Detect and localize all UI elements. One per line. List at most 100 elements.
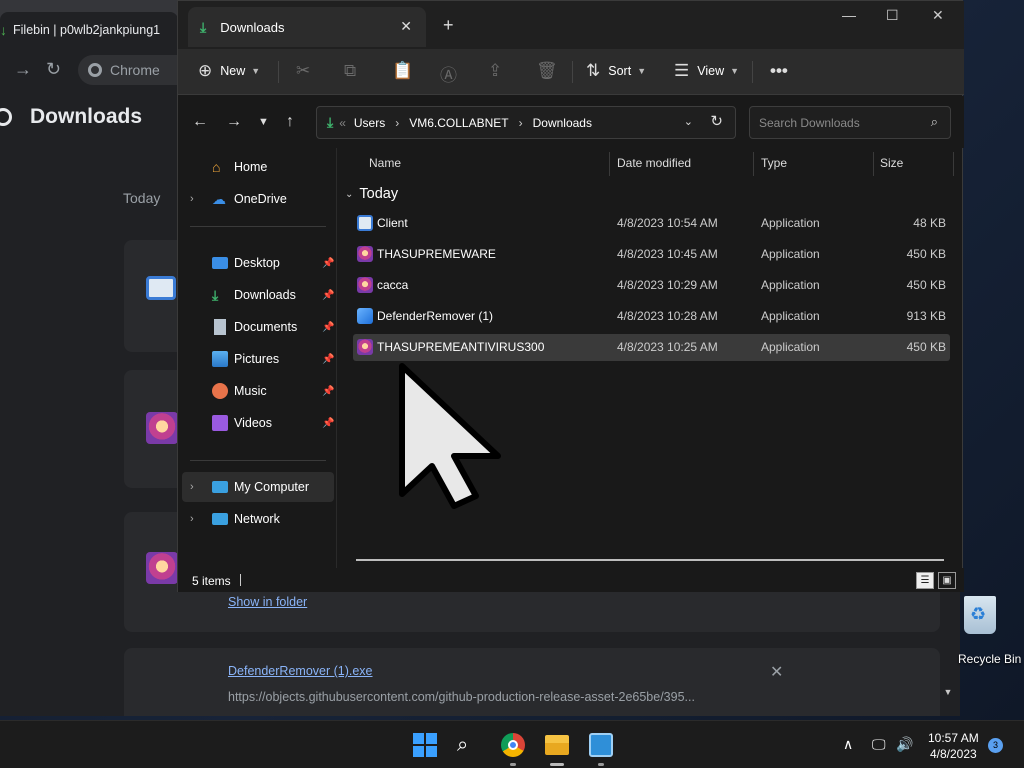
column-separator[interactable] bbox=[953, 152, 954, 176]
breadcrumb-downloads[interactable]: Downloads bbox=[533, 116, 592, 130]
new-tab-icon[interactable]: + bbox=[443, 15, 454, 36]
file-explorer-icon[interactable] bbox=[545, 735, 569, 755]
nav-label: Desktop bbox=[234, 256, 280, 270]
file-row-selected[interactable]: THASUPREMEANTIVIRUS300 4/8/2023 10:25 AM… bbox=[353, 334, 950, 361]
search-box[interactable]: ⌕ bbox=[749, 106, 951, 139]
breadcrumb-users[interactable]: Users bbox=[354, 116, 385, 130]
nav-item-home[interactable]: ⌂ Home bbox=[182, 152, 334, 182]
volume-icon[interactable]: 🔊 bbox=[896, 736, 913, 753]
control-panel-icon[interactable] bbox=[589, 733, 613, 757]
network-icon[interactable]: 🖵 bbox=[872, 736, 886, 753]
search-icon: ⌕ bbox=[930, 114, 938, 129]
explorer-tab[interactable]: ⤓ Downloads ✕ bbox=[188, 7, 426, 47]
chevron-down-icon[interactable]: ⌄ bbox=[684, 115, 693, 128]
close-tab-icon[interactable]: ✕ bbox=[400, 18, 412, 35]
back-icon[interactable]: ← bbox=[192, 113, 208, 131]
file-row[interactable]: cacca 4/8/2023 10:29 AM Application 450 … bbox=[353, 272, 950, 299]
cut-icon[interactable]: ✂ bbox=[296, 61, 310, 81]
column-separator[interactable] bbox=[873, 152, 874, 176]
file-size: 913 KB bbox=[906, 309, 946, 323]
group-header-today[interactable]: ⌄ Today bbox=[345, 186, 398, 202]
chrome-icon[interactable] bbox=[501, 733, 525, 757]
column-separator[interactable] bbox=[753, 152, 754, 176]
file-row[interactable]: THASUPREMEWARE 4/8/2023 10:45 AM Applica… bbox=[353, 241, 950, 268]
download-icon: ↓ bbox=[0, 22, 7, 38]
sort-button[interactable]: ⇅ Sort ▼ bbox=[586, 61, 646, 81]
column-header-size[interactable]: Size bbox=[880, 156, 903, 170]
pin-icon: 📌 bbox=[322, 289, 335, 301]
forward-icon[interactable]: → bbox=[14, 59, 32, 80]
windows-start-icon[interactable] bbox=[413, 733, 437, 757]
column-header-date[interactable]: Date modified bbox=[617, 156, 691, 170]
view-button[interactable]: ☰ View ▼ bbox=[674, 61, 739, 81]
file-name: DefenderRemover (1) bbox=[377, 309, 494, 323]
breadcrumb-vm6[interactable]: VM6.COLLABNET bbox=[409, 116, 508, 130]
chevron-up-icon[interactable]: ∧ bbox=[843, 736, 853, 753]
file-type: Application bbox=[761, 216, 820, 230]
reload-icon[interactable]: ↻ bbox=[46, 59, 61, 80]
scroll-down-arrow-icon[interactable]: ▼ bbox=[940, 684, 956, 700]
nav-divider bbox=[190, 460, 326, 461]
search-icon[interactable]: ⌕ bbox=[457, 733, 481, 757]
forward-icon[interactable]: → bbox=[226, 113, 242, 131]
download-icon: ⤓ bbox=[212, 287, 219, 303]
omnibox[interactable]: Chrome bbox=[78, 55, 178, 85]
maximize-icon[interactable]: ☐ bbox=[886, 7, 899, 24]
nav-item-documents[interactable]: Documents 📌 bbox=[182, 312, 334, 342]
rename-icon[interactable]: Ⓐ bbox=[440, 61, 457, 86]
tiles-view-icon[interactable]: ▣ bbox=[938, 572, 956, 589]
close-window-icon[interactable]: ✕ bbox=[932, 7, 944, 24]
group-label: Today bbox=[359, 186, 399, 202]
clock-date: 4/8/2023 bbox=[929, 747, 977, 761]
nav-item-downloads[interactable]: ⤓ Downloads 📌 bbox=[182, 280, 334, 310]
file-date: 4/8/2023 10:45 AM bbox=[617, 247, 718, 261]
horizontal-scrollbar[interactable] bbox=[356, 559, 944, 561]
picture-icon bbox=[212, 351, 228, 367]
expand-chevron-icon[interactable]: › bbox=[190, 513, 194, 525]
address-bar[interactable]: ⤓ « Users › VM6.COLLABNET › Downloads ⌄ … bbox=[316, 106, 736, 139]
plus-circle-icon: ⊕ bbox=[198, 61, 213, 80]
chrome-tab[interactable]: ↓ Filebin | p0wlb2jankpiung1 bbox=[0, 12, 178, 48]
omnibox-chip: Chrome bbox=[110, 62, 160, 78]
nav-item-onedrive[interactable]: › ☁ OneDrive bbox=[182, 184, 334, 214]
details-view-icon[interactable]: ☰ bbox=[916, 572, 934, 589]
expand-chevron-icon[interactable]: › bbox=[190, 193, 194, 205]
chrome-logo-icon bbox=[88, 63, 102, 77]
refresh-icon[interactable]: ↻ bbox=[710, 112, 723, 130]
nav-item-my-computer[interactable]: › My Computer bbox=[182, 472, 334, 502]
minimize-icon[interactable]: — bbox=[842, 7, 856, 23]
file-type: Application bbox=[761, 247, 820, 261]
computer-icon bbox=[212, 481, 228, 493]
running-indicator bbox=[550, 763, 564, 766]
app-file-icon bbox=[357, 215, 373, 231]
show-in-folder-link[interactable]: Show in folder bbox=[228, 595, 307, 609]
nav-label: Videos bbox=[234, 416, 272, 430]
column-header-type[interactable]: Type bbox=[761, 156, 787, 170]
recycle-bin[interactable]: Recycle Bin bbox=[950, 596, 1021, 666]
notification-badge[interactable]: 3 bbox=[988, 738, 1003, 753]
nav-item-music[interactable]: Music 📌 bbox=[182, 376, 334, 406]
nav-item-network[interactable]: › Network bbox=[182, 504, 334, 534]
app-file-icon bbox=[146, 412, 178, 444]
column-header-name[interactable]: Name bbox=[369, 156, 401, 170]
share-icon[interactable]: ⇪ bbox=[488, 61, 502, 81]
new-label: New bbox=[220, 64, 246, 78]
copy-icon[interactable]: ⧉ bbox=[344, 61, 356, 81]
delete-icon[interactable]: 🗑 bbox=[536, 61, 558, 81]
column-separator[interactable] bbox=[609, 152, 610, 176]
nav-item-desktop[interactable]: Desktop 📌 bbox=[182, 248, 334, 278]
file-row[interactable]: Client 4/8/2023 10:54 AM Application 48 … bbox=[353, 210, 950, 237]
up-icon[interactable]: ↑ bbox=[286, 113, 294, 131]
recent-locations-icon[interactable]: ▼ bbox=[258, 116, 269, 128]
new-button[interactable]: ⊕ New ▼ bbox=[198, 61, 260, 81]
nav-item-videos[interactable]: Videos 📌 bbox=[182, 408, 334, 438]
search-input[interactable] bbox=[759, 115, 919, 130]
nav-item-pictures[interactable]: Pictures 📌 bbox=[182, 344, 334, 374]
more-options-icon[interactable]: ••• bbox=[770, 61, 788, 81]
clock[interactable]: 10:57 AM 4/8/2023 bbox=[928, 730, 979, 762]
download-file-link[interactable]: DefenderRemover (1).exe bbox=[228, 664, 373, 678]
close-icon[interactable]: ✕ bbox=[770, 662, 783, 682]
paste-icon[interactable]: 📋 bbox=[392, 61, 413, 81]
expand-chevron-icon[interactable]: › bbox=[190, 481, 194, 493]
file-row[interactable]: DefenderRemover (1) 4/8/2023 10:28 AM Ap… bbox=[353, 303, 950, 330]
